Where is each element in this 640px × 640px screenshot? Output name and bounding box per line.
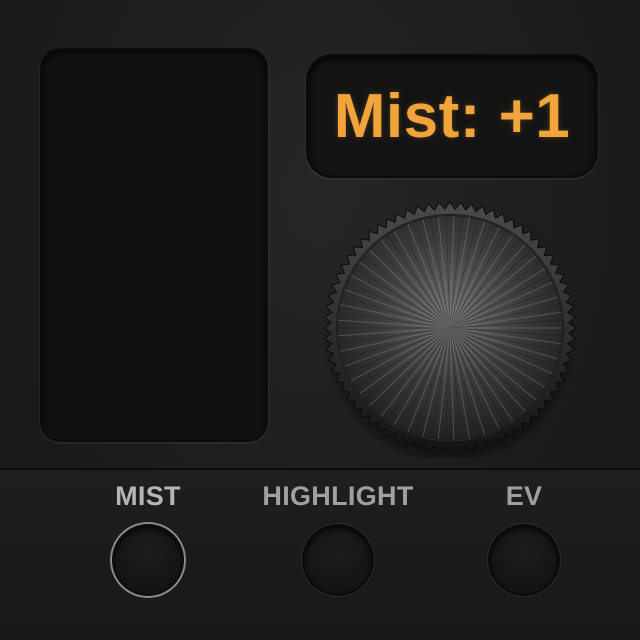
value-readout: Mist: +1 [333,81,571,151]
highlight-button[interactable] [304,526,372,594]
adjustment-dial[interactable] [320,198,580,458]
preview-screen [42,50,266,440]
control-panel: Mist: +1 MIST HIGHLIGHT EV [0,0,640,640]
mist-label: MIST [115,481,181,511]
highlight-label: HIGHLIGHT [262,481,414,511]
value-display: Mist: +1 [308,56,596,176]
ev-label: EV [505,481,543,511]
mist-button[interactable] [114,526,182,594]
mist-control: MIST [58,478,238,594]
ev-control: EV [434,478,614,594]
highlight-control: HIGHLIGHT [248,478,428,594]
ev-button[interactable] [490,526,558,594]
dial-knob-graphic [322,201,578,458]
